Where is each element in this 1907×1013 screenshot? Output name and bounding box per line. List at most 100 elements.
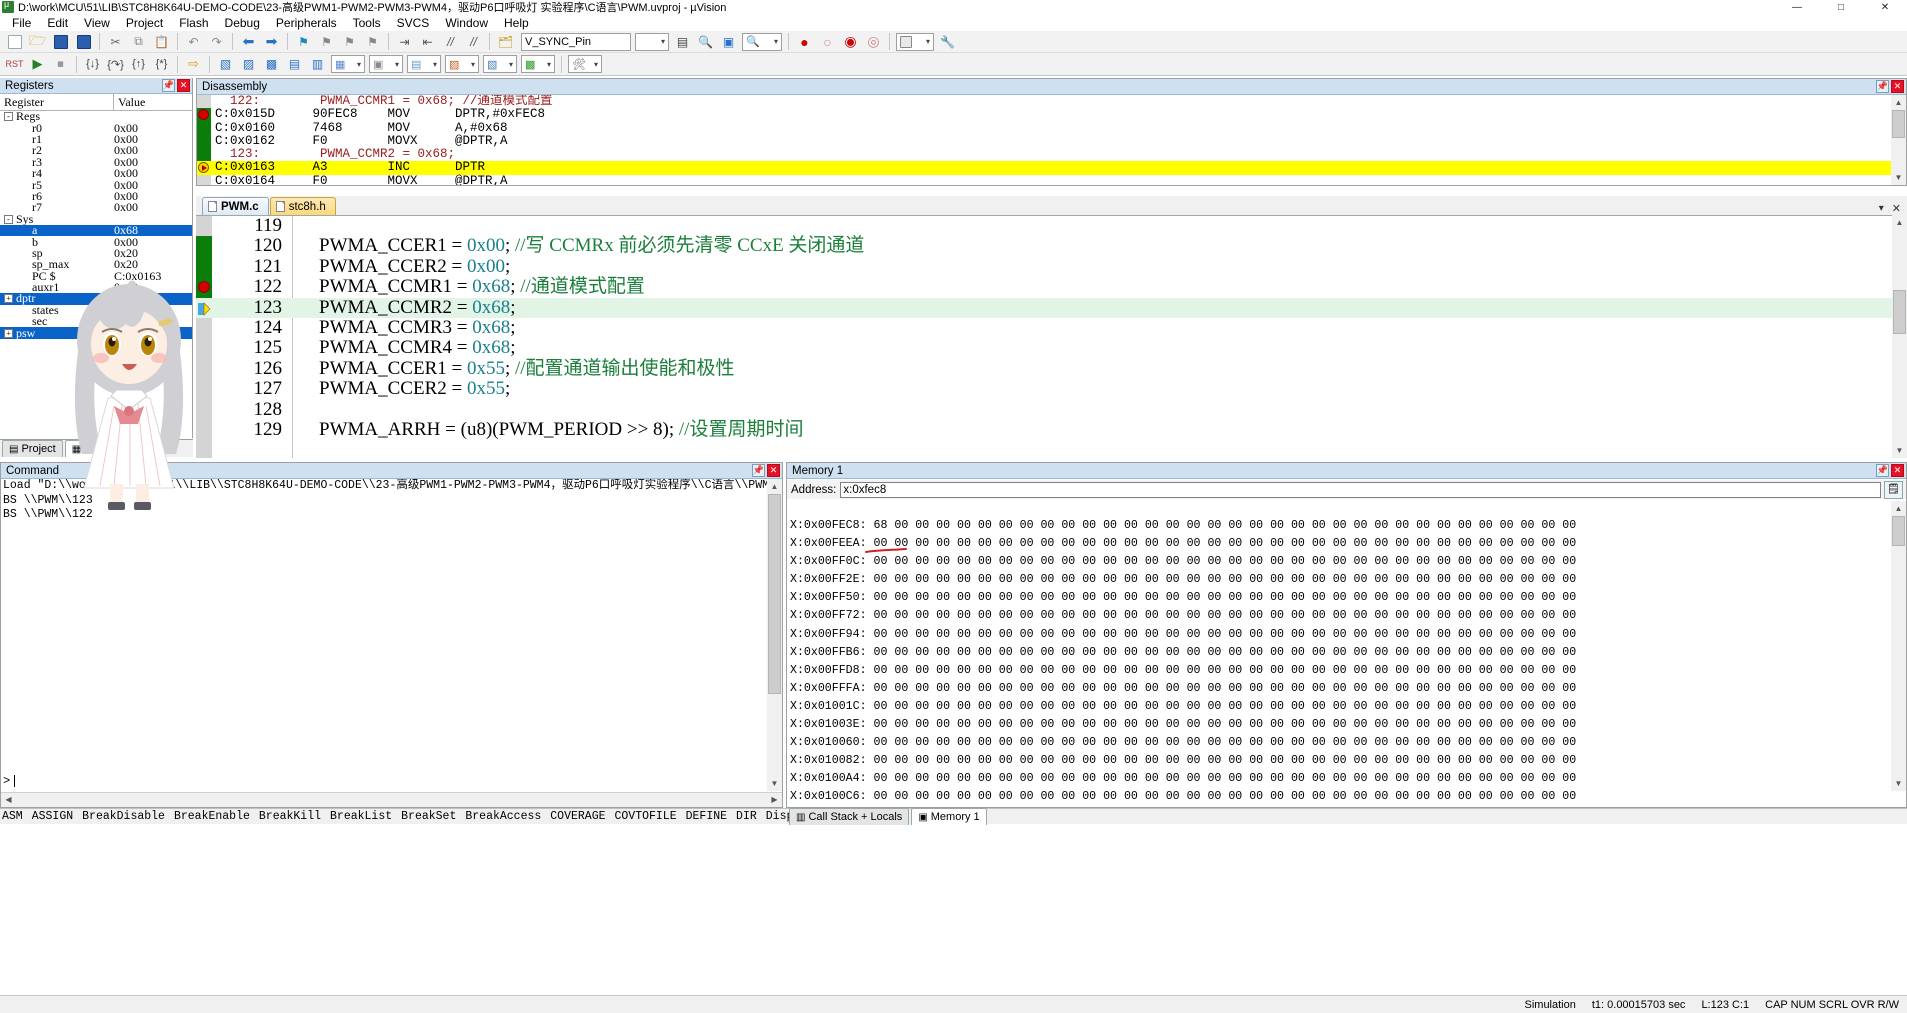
memory-byte-first[interactable]: 00 <box>874 628 895 641</box>
bookmark-next-icon[interactable]: ⚑ <box>339 32 360 52</box>
bookmark-toggle-icon[interactable]: ⚑ <box>293 32 314 52</box>
memory-bytes[interactable]: 00 00 00 00 00 00 00 00 00 00 00 00 00 0… <box>894 682 1576 695</box>
memory-row[interactable]: X:0x00FEC8: 68 00 00 00 00 00 00 00 00 0… <box>790 517 1906 535</box>
save-all-icon[interactable] <box>73 32 94 52</box>
copy-icon[interactable]: ⧉ <box>128 32 149 52</box>
code-line[interactable]: 121 PWMA_CCER2 = 0x00; <box>196 256 1907 277</box>
memory-byte-first[interactable]: 00 <box>874 718 895 731</box>
target-options-icon[interactable]: 🗂 <box>495 32 516 52</box>
serial-window-combo[interactable]: ▤ ▾ <box>407 55 441 73</box>
memory-row[interactable]: X:0x01003E: 00 00 00 00 00 00 00 00 00 0… <box>790 716 1906 734</box>
memory-row[interactable]: X:0x0100E8: 00 00 00 00 00 00 00 00 00 0… <box>790 807 1906 808</box>
editor-vscrollbar[interactable]: ▲ ▼ <box>1892 215 1907 458</box>
command-keyword[interactable]: COVTOFILE <box>615 810 677 823</box>
bottom-panel-tabs[interactable]: ▥ Call Stack + Locals ▣ Memory 1 <box>786 808 1206 825</box>
scroll-down-arrow[interactable]: ▼ <box>1891 776 1906 791</box>
memory-bytes[interactable]: 00 00 00 00 00 00 00 00 00 00 00 00 00 0… <box>894 736 1576 749</box>
undo-icon[interactable]: ↶ <box>183 32 204 52</box>
scroll-thumb[interactable] <box>1892 110 1905 138</box>
open-file-icon[interactable]: 🗁 <box>27 32 48 52</box>
show-next-statement-icon[interactable]: ⇨ <box>183 54 204 74</box>
close-icon[interactable]: ✕ <box>1891 464 1904 477</box>
code-line[interactable]: 123 PWMA_CCMR2 = 0x68; <box>196 297 1907 318</box>
chevron-down-icon[interactable]: ▾ <box>594 60 598 69</box>
disassembly-source-line[interactable]: 123: PWMA_CCMR2 = 0x68; <box>197 148 1906 161</box>
scroll-up-arrow[interactable]: ▲ <box>1891 501 1906 516</box>
command-window-icon[interactable]: ▧ <box>215 54 236 74</box>
menu-debug[interactable]: Debug <box>217 15 268 31</box>
bookmark-prev-icon[interactable]: ⚑ <box>316 32 337 52</box>
memory-row[interactable]: X:0x010060: 00 00 00 00 00 00 00 00 00 0… <box>790 734 1906 752</box>
scroll-thumb[interactable] <box>768 494 781 694</box>
system-viewer-combo[interactable]: ▩ ▾ <box>521 55 555 73</box>
menu-window[interactable]: Window <box>437 15 496 31</box>
pin-icon[interactable]: 📌 <box>162 79 175 92</box>
symbol-combo[interactable]: V_SYNC_Pin <box>521 32 631 51</box>
menu-bar[interactable]: File Edit View Project Flash Debug Perip… <box>0 14 1907 31</box>
editor-body[interactable]: 119 120 PWMA_CCER1 = 0x00; //写 CCMRx 前必须先… <box>196 215 1907 458</box>
memory-bytes[interactable]: 00 00 00 00 00 00 00 00 00 00 00 00 00 0… <box>894 609 1576 622</box>
command-keyword[interactable]: DEFINE <box>686 810 727 823</box>
tab-call-stack-locals[interactable]: ▥ Call Stack + Locals <box>789 808 910 825</box>
disable-breakpoint-icon[interactable]: ○ <box>817 32 838 52</box>
memory-byte-first[interactable]: 00 <box>874 754 895 767</box>
debug-toolbar[interactable]: RST ▶ ⏹ {↓} {↷} {↑} {*} ⇨ ▧ ▨ ▩ ▤ ▥ ▦ ▾ ▣… <box>0 53 1907 76</box>
insert-breakpoint-icon[interactable]: ● <box>794 32 815 52</box>
menu-file[interactable]: File <box>4 15 39 31</box>
search-scope-combo[interactable]: 🔍 ▾ <box>742 32 782 51</box>
scroll-down-arrow[interactable]: ▼ <box>1892 443 1907 458</box>
memory-dump[interactable]: X:0x00FEC8: 68 00 00 00 00 00 00 00 00 0… <box>787 517 1906 807</box>
memory-byte-first[interactable]: 00 <box>874 646 895 659</box>
command-vscrollbar[interactable]: ▲ ▼ <box>767 479 782 791</box>
scroll-up-arrow[interactable]: ▲ <box>767 479 782 494</box>
code-line[interactable]: 126 PWMA_CCER1 = 0x55; //配置通道输出使能和极性 <box>196 358 1907 379</box>
window-controls[interactable]: — □ ✕ <box>1775 0 1907 14</box>
main-toolbar[interactable]: 🗁 ✂ ⧉ 📋 ↶ ↷ ⬅ ➡ ⚑ ⚑ ⚑ ⚑ ⇥ ⇤ // // 🗂 V_SY… <box>0 31 1907 53</box>
scroll-thumb[interactable] <box>1893 290 1906 334</box>
memory-byte-first[interactable]: 00 <box>874 790 895 803</box>
memory-byte-first[interactable]: 00 <box>874 772 895 785</box>
memory-bytes[interactable]: 00 00 00 00 00 00 00 00 00 00 00 00 00 0… <box>894 646 1576 659</box>
history-icon[interactable]: 🗒 <box>1884 480 1903 499</box>
memory-bytes[interactable]: 00 00 00 00 00 00 00 00 00 00 00 00 00 0… <box>894 754 1576 767</box>
memory-row[interactable]: X:0x01001C: 00 00 00 00 00 00 00 00 00 0… <box>790 698 1906 716</box>
command-keyword[interactable]: COVERAGE <box>550 810 605 823</box>
menu-project[interactable]: Project <box>118 15 171 31</box>
memory-row[interactable]: X:0x00FFFA: 00 00 00 00 00 00 00 00 00 0… <box>790 680 1906 698</box>
toolbox-combo[interactable]: 🛠 ▾ <box>568 55 602 73</box>
memory-bytes[interactable]: 00 00 00 00 00 00 00 00 00 00 00 00 00 0… <box>894 591 1576 604</box>
command-keyword[interactable]: BreakAccess <box>465 810 541 823</box>
chevron-down-icon[interactable]: ▾ <box>509 60 513 69</box>
pin-icon[interactable]: 📌 <box>752 464 765 477</box>
memory-byte-first[interactable]: 00 <box>874 573 895 586</box>
step-out-icon[interactable]: {↑} <box>128 54 149 74</box>
scroll-track[interactable] <box>16 793 767 807</box>
command-keyword[interactable]: DIR <box>736 810 757 823</box>
menu-tools[interactable]: Tools <box>345 15 389 31</box>
memory-bytes[interactable]: 00 00 00 00 00 00 00 00 00 00 00 00 00 0… <box>894 555 1576 568</box>
watch-window-combo[interactable]: ▦ ▾ <box>331 55 365 73</box>
call-stack-window-icon[interactable]: ▥ <box>307 54 328 74</box>
new-file-icon[interactable] <box>4 32 25 52</box>
navigate-forward-icon[interactable]: ➡ <box>261 32 282 52</box>
menu-help[interactable]: Help <box>496 15 537 31</box>
menu-flash[interactable]: Flash <box>171 15 216 31</box>
outdent-icon[interactable]: ⇤ <box>417 32 438 52</box>
editor-tab-stc8h-h[interactable]: stc8h.h <box>269 197 336 215</box>
navigate-back-icon[interactable]: ⬅ <box>238 32 259 52</box>
symbols-window-icon[interactable]: ▩ <box>261 54 282 74</box>
memory-bytes[interactable]: 00 00 00 00 00 00 00 00 00 00 00 00 00 0… <box>894 700 1576 713</box>
memory-row[interactable]: X:0x00FF2E: 00 00 00 00 00 00 00 00 00 0… <box>790 571 1906 589</box>
scroll-up-arrow[interactable]: ▲ <box>1891 95 1906 110</box>
command-keyword[interactable]: ASM <box>2 810 23 823</box>
disassembly-window-icon[interactable]: ▨ <box>238 54 259 74</box>
memory-byte-first[interactable]: 00 <box>874 591 895 604</box>
build-icon[interactable]: ▤ <box>672 32 693 52</box>
disassembly-source-line[interactable]: 122: PWMA_CCMR1 = 0x68; //通道模式配置 <box>197 95 1906 108</box>
pin-icon[interactable]: 📌 <box>1876 80 1889 93</box>
reset-cpu-icon[interactable]: RST <box>4 54 25 74</box>
command-input-row[interactable]: > <box>1 773 766 789</box>
step-over-icon[interactable]: {↷} <box>105 54 126 74</box>
command-keyword[interactable]: BreakKill <box>259 810 321 823</box>
code-line[interactable]: 120 PWMA_CCER1 = 0x00; //写 CCMRx 前必须先清零 … <box>196 235 1907 256</box>
